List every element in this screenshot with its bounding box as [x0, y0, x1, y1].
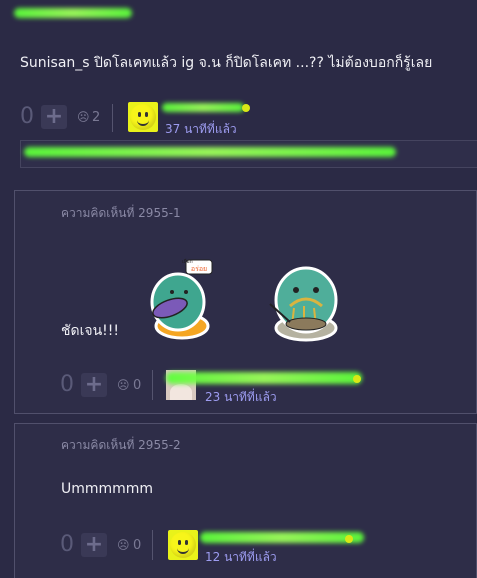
censored-username [14, 8, 132, 18]
plus-icon[interactable]: + [81, 373, 107, 397]
frown-count: 0 [133, 538, 142, 553]
frown-icon[interactable]: ☹ [77, 110, 90, 124]
status-icon [242, 104, 250, 112]
avatar[interactable] [128, 102, 158, 132]
plus-icon[interactable]: + [41, 105, 67, 129]
reply-label: ความคิดเห็นที่ 2955-1 [61, 206, 181, 220]
frown-count: 0 [133, 378, 142, 393]
vote-count: 0 [60, 532, 74, 557]
plus-icon[interactable]: + [81, 533, 107, 557]
sticker-text-top: เผือก [182, 258, 193, 265]
censored-username[interactable] [200, 532, 364, 543]
vote-count: 0 [20, 104, 34, 129]
time-ago: 23 นาทีที่แล้ว [205, 390, 277, 404]
frown-count: 2 [92, 110, 101, 125]
reply-label: ความคิดเห็นที่ 2955-2 [61, 438, 181, 452]
frown-icon[interactable]: ☹ [117, 378, 130, 392]
vote-count: 0 [60, 372, 74, 397]
censored-username[interactable] [162, 103, 244, 112]
smiley-icon [130, 104, 156, 130]
censored-signature [24, 147, 396, 157]
reply-text: Ummmmmm [61, 481, 154, 497]
time-ago: 37 นาทีที่แล้ว [165, 122, 237, 136]
sticker-text: อร่อย [191, 265, 207, 273]
status-icon [345, 535, 353, 543]
divider [152, 370, 153, 400]
smiley-icon [170, 532, 196, 558]
sticker-dino-noodles [269, 266, 338, 342]
frown-icon[interactable]: ☹ [117, 538, 130, 552]
post-body: Sunisan_s ปิดโลเคทแล้ว ig จ.น ก็ปิดโลเคท… [20, 55, 433, 71]
avatar[interactable] [168, 530, 198, 560]
censored-username[interactable] [166, 372, 362, 384]
reply-text: ชัดเจน!!! [61, 323, 119, 339]
divider [112, 104, 113, 132]
status-icon [353, 375, 361, 383]
divider [152, 530, 153, 560]
sticker-dino-eating: อร่อย เผือก [150, 258, 213, 340]
time-ago: 12 นาทีที่แล้ว [205, 550, 277, 564]
